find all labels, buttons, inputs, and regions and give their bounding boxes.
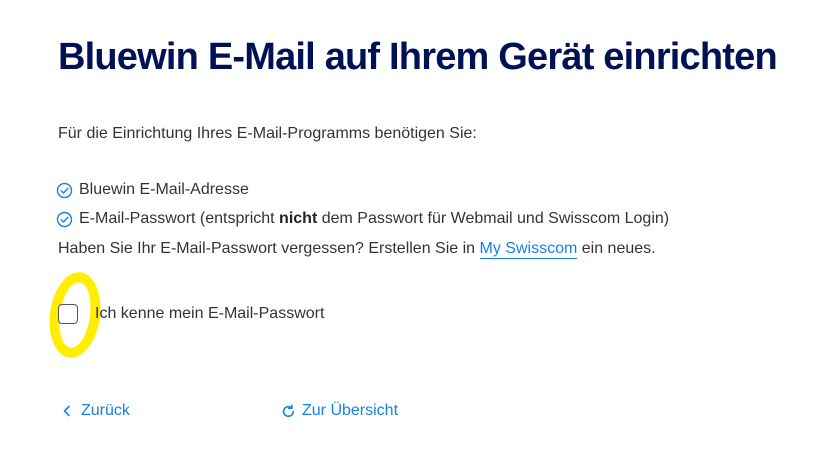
overview-label[interactable]: Zur Übersicht [302, 402, 398, 420]
forgot-text-after: ein neues. [577, 240, 656, 257]
check-circle-icon [56, 182, 73, 199]
password-known-checkbox-row[interactable]: Ich kenne mein E-Mail-Passwort [58, 304, 324, 324]
back-label[interactable]: Zurück [81, 402, 130, 420]
intro-text: Für die Einrichtung Ihres E-Mail-Program… [58, 125, 477, 142]
checkbox-label[interactable]: Ich kenne mein E-Mail-Passwort [95, 305, 324, 323]
refresh-icon [281, 404, 295, 418]
overview-link[interactable]: Zur Übersicht [281, 402, 398, 420]
requirement-email-password: E-Mail-Passwort (entspricht nicht dem Pa… [56, 210, 669, 228]
chevron-left-icon [60, 404, 74, 418]
requirement-text-before: E-Mail-Passwort (entspricht [79, 210, 280, 227]
requirement-text: Bluewin E-Mail-Adresse [79, 181, 249, 198]
requirement-email-address: Bluewin E-Mail-Adresse [56, 181, 249, 199]
page-title: Bluewin E-Mail auf Ihrem Gerät einrichte… [58, 36, 778, 78]
requirement-text-after: dem Passwort für Webmail und Swisscom Lo… [317, 210, 670, 227]
forgot-text-before: Haben Sie Ihr E-Mail-Passwort vergessen?… [58, 240, 480, 257]
requirement-text-bold: nicht [279, 210, 318, 227]
check-circle-icon [56, 211, 73, 228]
my-swisscom-link[interactable]: My Swisscom [479, 240, 578, 259]
back-link[interactable]: Zurück [60, 402, 130, 420]
password-known-checkbox[interactable] [58, 304, 78, 324]
forgot-password-hint: Haben Sie Ihr E-Mail-Passwort vergessen?… [58, 240, 656, 259]
